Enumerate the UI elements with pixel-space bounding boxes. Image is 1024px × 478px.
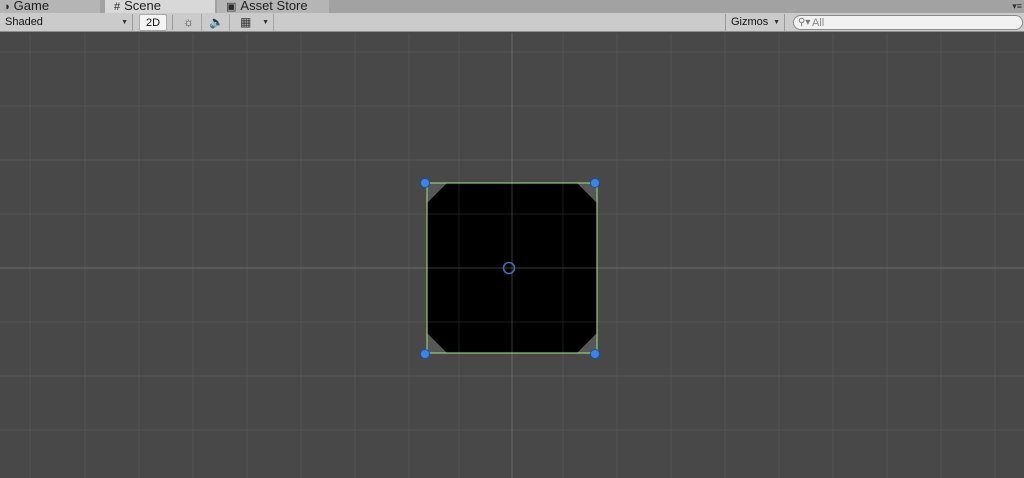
gizmos-label: Gizmos: [731, 16, 769, 28]
search-icon: ⚲▾: [798, 17, 811, 28]
search-field: ⚲▾: [793, 15, 1023, 30]
sprite-object[interactable]: [420, 178, 600, 359]
effects-dropdown[interactable]: ▦ ▼: [234, 14, 274, 31]
scene-toolbar: Shaded ▼ 2D ☼ 🔈 ▦ ▼ Gizmos ▼ ⚲▾: [0, 13, 1024, 32]
resize-handle-top-left[interactable]: [420, 178, 430, 188]
scene-canvas: [0, 33, 1024, 478]
scene-lighting-toggle[interactable]: ☼: [176, 14, 202, 31]
tab-scene-label: Scene: [124, 0, 161, 13]
resize-handle-top-right[interactable]: [590, 178, 600, 188]
tab-asset-store[interactable]: ▣ Asset Store: [217, 0, 329, 13]
tab-scene[interactable]: # Scene: [105, 0, 215, 13]
tab-asset-store-label: Asset Store: [240, 0, 308, 13]
sun-icon: ☼: [183, 15, 194, 29]
grid-icon: #: [114, 1, 121, 13]
search-input[interactable]: [812, 16, 1012, 29]
scene-audio-toggle[interactable]: 🔈: [204, 14, 230, 31]
pacman-icon: ◑: [3, 1, 10, 13]
mode-2d-toggle[interactable]: 2D: [139, 14, 167, 31]
scene-viewport[interactable]: [0, 33, 1024, 478]
tab-strip: ◑ Game # Scene ▣ Asset Store ▾≡: [0, 0, 1024, 13]
resize-handle-bottom-left[interactable]: [420, 349, 430, 359]
chevron-down-icon: ▼: [121, 19, 128, 26]
resize-handle-bottom-right[interactable]: [590, 349, 600, 359]
tab-game[interactable]: ◑ Game: [0, 0, 100, 13]
shading-mode-label: Shaded: [5, 16, 43, 28]
bag-icon: ▣: [226, 1, 237, 13]
toolbar-divider: [172, 15, 173, 30]
shading-mode-dropdown[interactable]: Shaded ▼: [0, 14, 133, 31]
image-icon: ▦: [240, 15, 252, 29]
tab-menu-icon[interactable]: ▾≡: [1012, 0, 1022, 12]
speaker-icon: 🔈: [209, 15, 224, 29]
gizmos-dropdown[interactable]: Gizmos ▼: [725, 14, 785, 31]
tab-game-label: Game: [13, 0, 50, 13]
chevron-down-icon: ▼: [262, 19, 269, 26]
chevron-down-icon: ▼: [773, 19, 780, 26]
